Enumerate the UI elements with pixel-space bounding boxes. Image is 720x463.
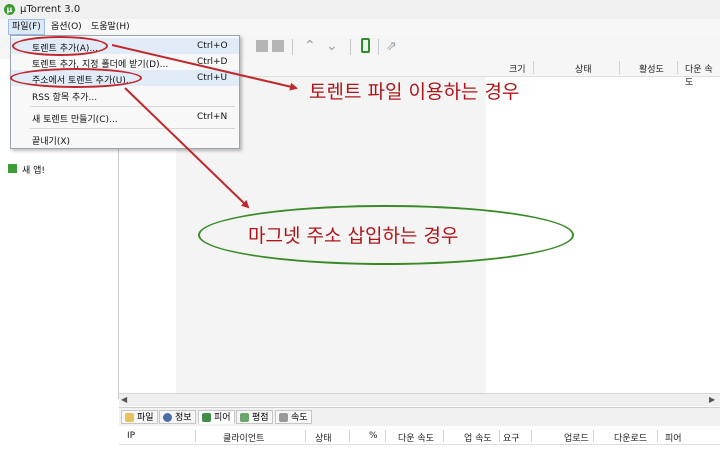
arrow-to-magnet-note bbox=[124, 87, 250, 209]
annotation-magnet-note: 마그넷 주소 삽입하는 경우 bbox=[248, 225, 459, 247]
arrow-to-file-note bbox=[111, 44, 298, 91]
annotation-file-note: 토렌트 파일 이용하는 경우 bbox=[309, 81, 520, 103]
